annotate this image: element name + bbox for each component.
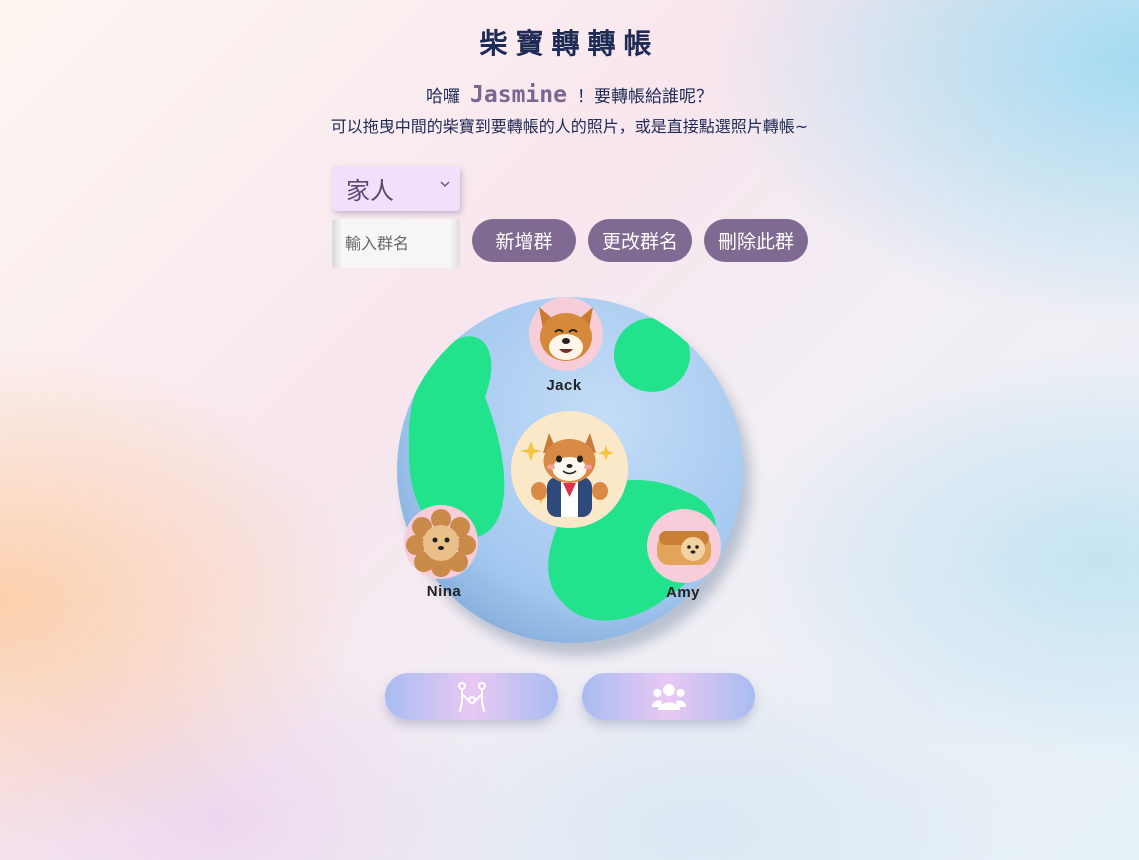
add-group-button[interactable]: 新增群: [472, 219, 576, 262]
bread-loaf-dog-icon: [657, 531, 711, 565]
delete-group-button[interactable]: 刪除此群: [704, 219, 808, 262]
chevron-down-icon: [440, 181, 450, 188]
shiba-face-icon: [539, 307, 593, 361]
shiba-thumbs-up-icon: [520, 433, 614, 517]
group-icon: [651, 683, 686, 710]
group-select[interactable]: 家人: [332, 166, 460, 211]
instruction-text: 可以拖曳中間的柴寶到要轉帳的人的照片，或是直接點選照片轉帳~: [330, 117, 809, 136]
username: Jasmine: [470, 82, 567, 108]
greeting-prefix: 哈囉: [426, 87, 461, 107]
greeting: 哈囉 Jasmine ！要轉帳給誰呢？: [0, 82, 1139, 108]
transfer-people-icon: [457, 681, 486, 712]
contact-name-amy: Amy: [665, 584, 700, 601]
page-title: 柴寶轉轉帳: [479, 27, 660, 60]
rename-group-button[interactable]: 更改群名: [588, 219, 692, 262]
contact-avatar-nina[interactable]: [404, 505, 478, 579]
greeting-suffix: ！要轉帳給誰呢？: [576, 87, 713, 107]
contact-name-nina: Nina: [426, 583, 462, 600]
contact-avatar-amy[interactable]: [647, 509, 721, 583]
group-select-value: 家人: [346, 177, 394, 205]
group-name-input[interactable]: [332, 219, 460, 268]
contact-avatar-jack[interactable]: [529, 297, 603, 371]
draggable-shiba-avatar[interactable]: [511, 411, 628, 528]
transfer-people-button[interactable]: [385, 673, 558, 720]
group-button[interactable]: [582, 673, 755, 720]
bread-dog-icon: [406, 509, 476, 577]
contact-name-jack: Jack: [546, 377, 582, 394]
